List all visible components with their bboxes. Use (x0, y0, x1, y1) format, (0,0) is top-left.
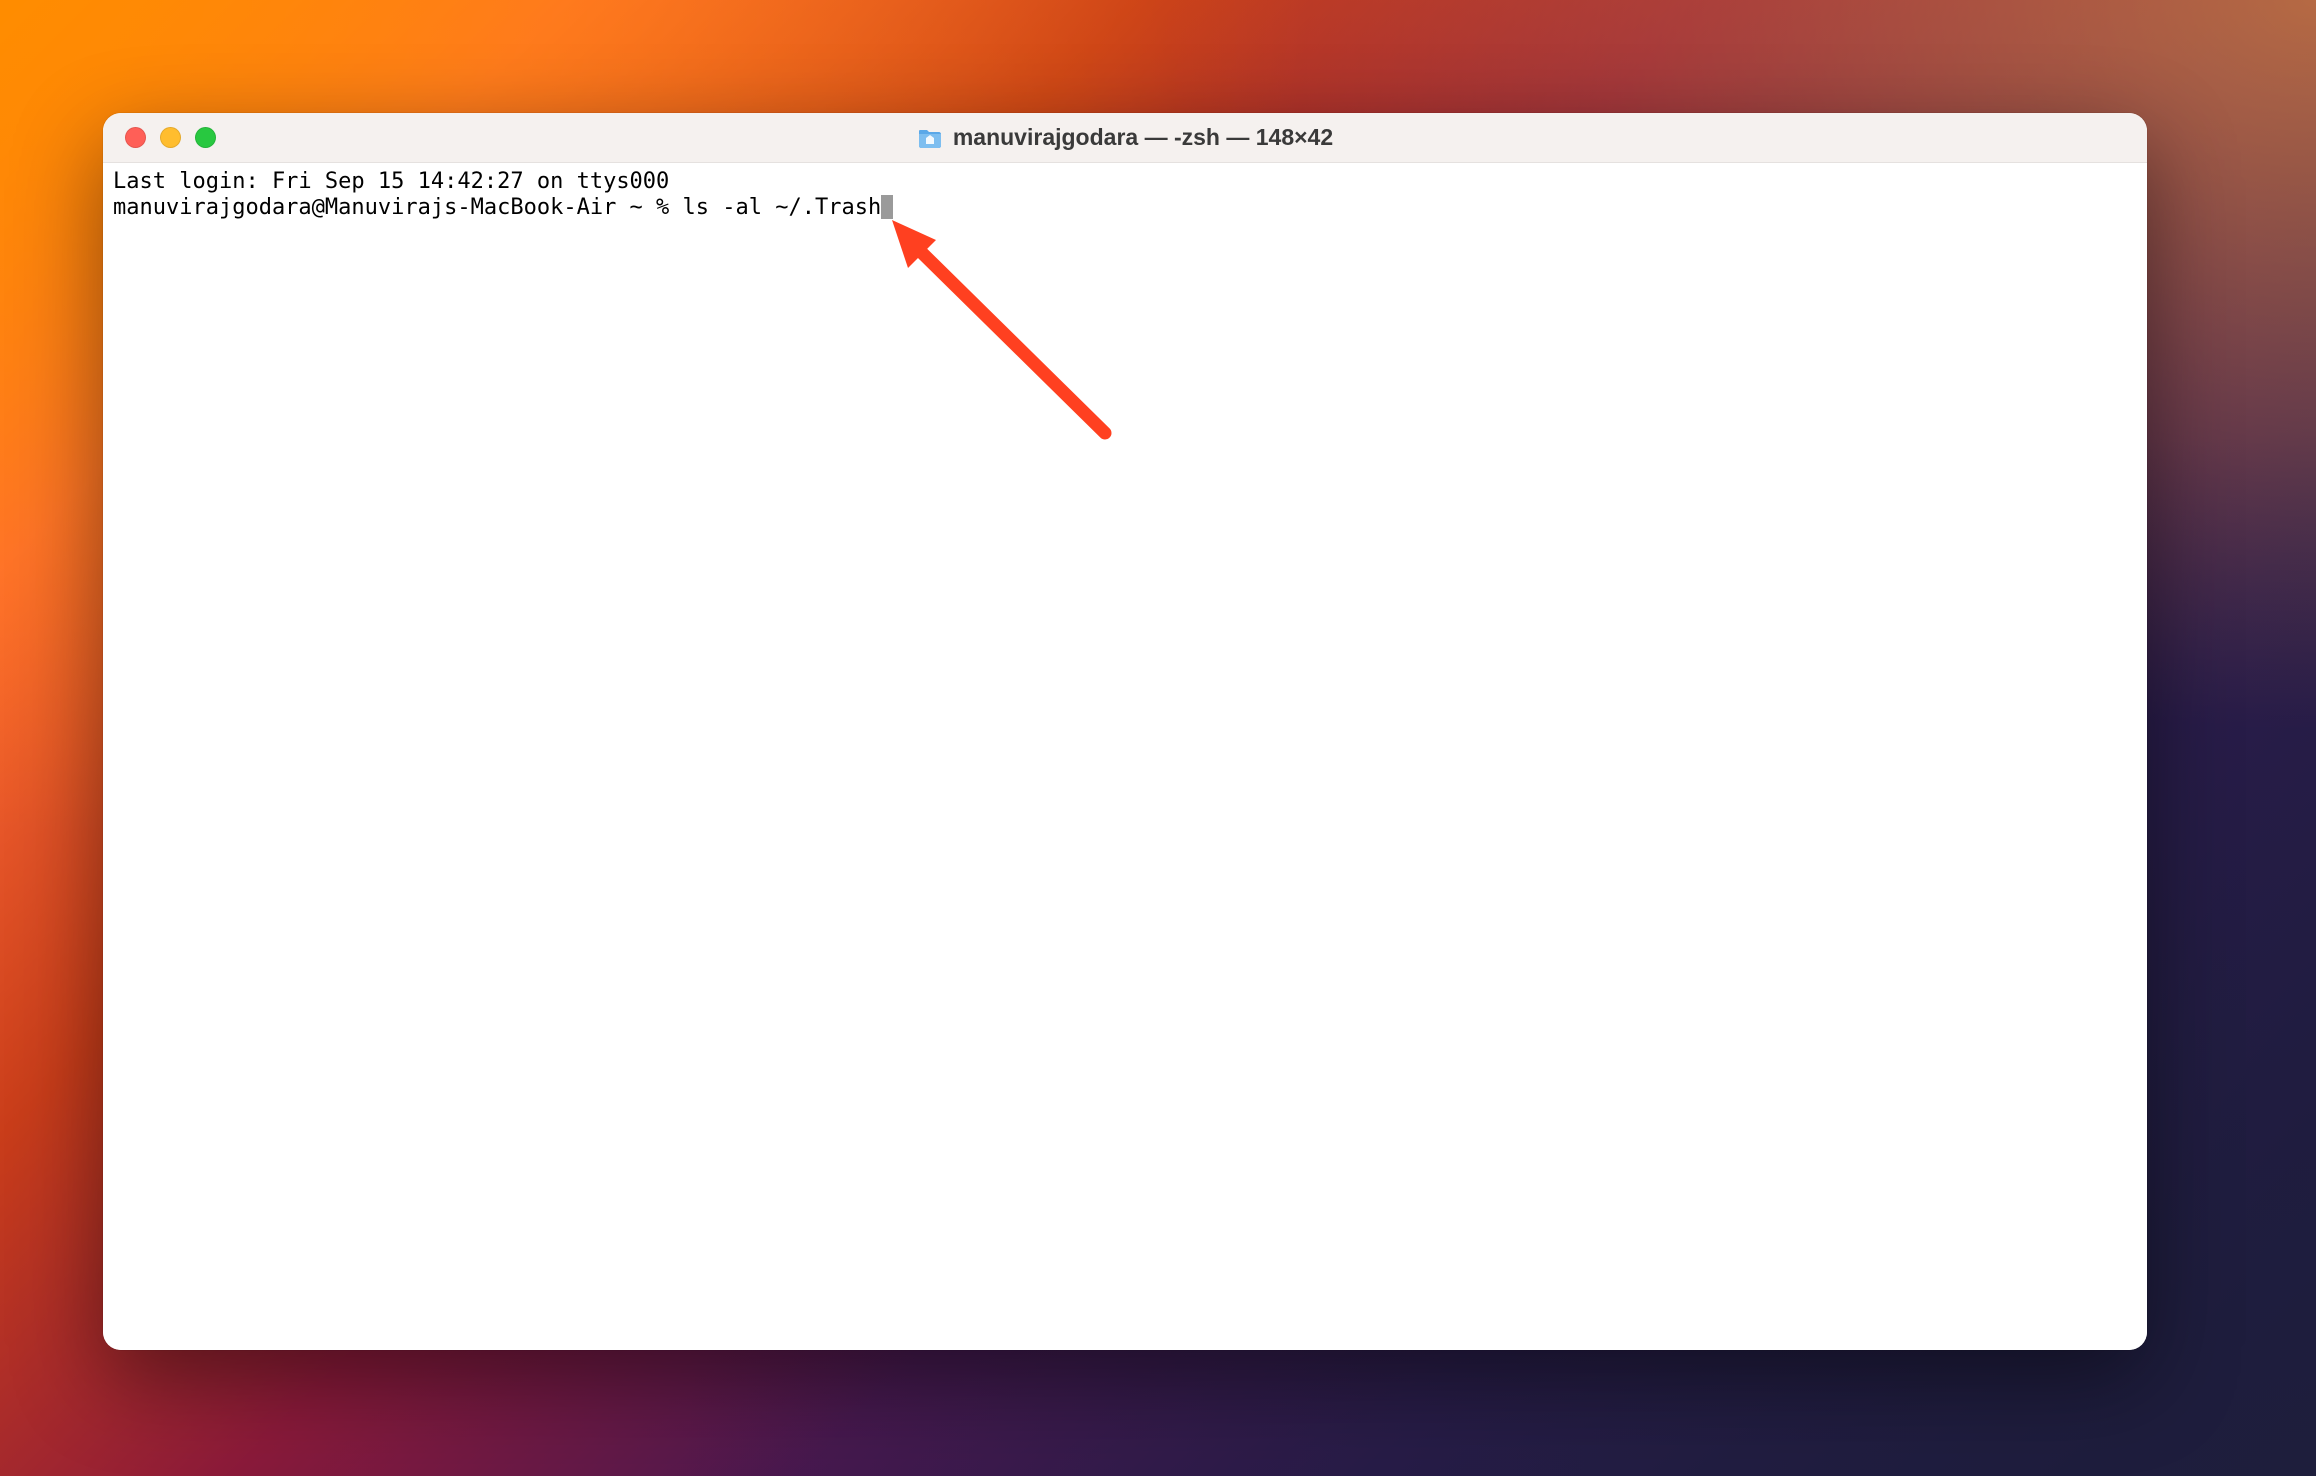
typed-command: ls -al ~/.Trash (683, 195, 882, 220)
terminal-cursor (881, 195, 893, 219)
shell-prompt: manuvirajgodara@Manuvirajs-MacBook-Air ~… (113, 195, 683, 220)
minimize-button[interactable] (160, 127, 181, 148)
prompt-line: manuvirajgodara@Manuvirajs-MacBook-Air ~… (113, 195, 2137, 221)
window-title-text: manuvirajgodara — -zsh — 148×42 (953, 124, 1333, 151)
window-title: manuvirajgodara — -zsh — 148×42 (917, 124, 1333, 151)
zoom-button[interactable] (195, 127, 216, 148)
last-login-line: Last login: Fri Sep 15 14:42:27 on ttys0… (113, 169, 2137, 195)
terminal-content-area[interactable]: Last login: Fri Sep 15 14:42:27 on ttys0… (103, 163, 2147, 1350)
terminal-window: manuvirajgodara — -zsh — 148×42 Last log… (103, 113, 2147, 1350)
close-button[interactable] (125, 127, 146, 148)
home-folder-icon (917, 127, 943, 149)
traffic-lights (103, 127, 216, 148)
window-title-bar[interactable]: manuvirajgodara — -zsh — 148×42 (103, 113, 2147, 163)
